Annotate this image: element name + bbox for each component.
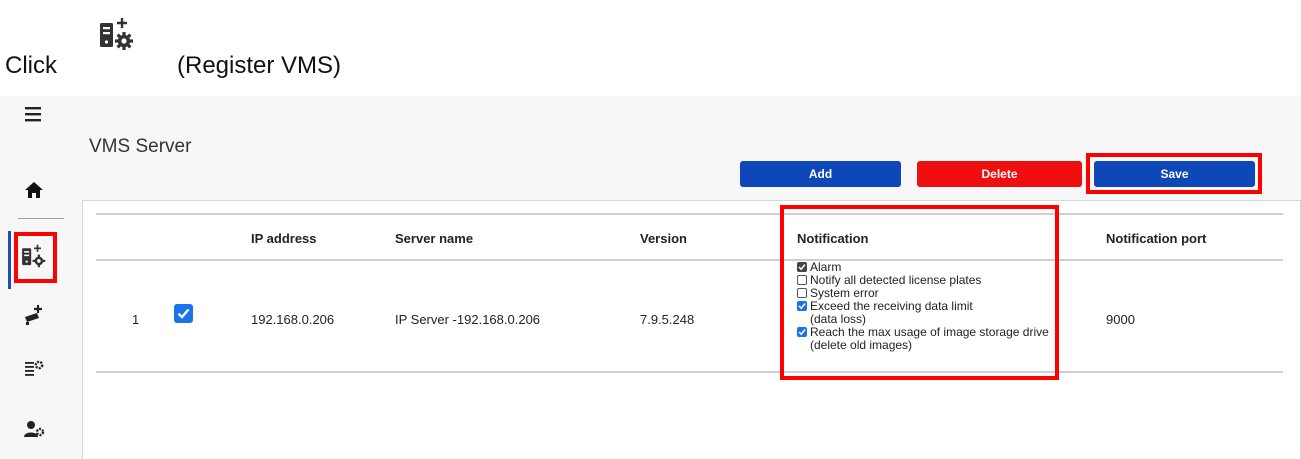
row-version: 7.9.5.248 <box>640 312 695 327</box>
main-content: VMS Server Add Delete Save IP address Se… <box>72 96 1301 459</box>
row-server-name: IP Server -192.168.0.206 <box>395 312 541 327</box>
user-settings-icon[interactable] <box>14 411 54 447</box>
instruction-caption: (Register VMS) <box>177 52 342 79</box>
row-index: 1 <box>132 312 140 327</box>
table-top-border <box>96 213 1283 215</box>
column-header-notification-port: Notification port <box>1106 231 1207 246</box>
instruction-click-word: Click <box>5 52 57 79</box>
column-header-version: Version <box>640 231 687 246</box>
list-settings-icon[interactable] <box>14 351 54 387</box>
menu-icon[interactable] <box>14 96 54 132</box>
table-bottom-border <box>96 371 1283 373</box>
active-indicator <box>8 231 11 289</box>
sidebar-divider <box>18 218 64 219</box>
table-header-divider <box>96 259 1283 261</box>
app-window: VMS Server Add Delete Save IP address Se… <box>0 96 1301 459</box>
page-title: VMS Server <box>89 136 192 157</box>
add-camera-icon[interactable] <box>14 297 54 333</box>
highlight-save <box>1086 153 1262 194</box>
row-select-checkbox[interactable] <box>174 304 193 323</box>
delete-button[interactable]: Delete <box>917 161 1082 187</box>
server-table-card: IP address Server name Version Notificat… <box>82 200 1301 459</box>
home-icon[interactable] <box>14 172 54 208</box>
register-vms-icon <box>97 16 137 52</box>
instruction-line: Click (Register VMS) <box>0 0 1301 90</box>
column-header-ip: IP address <box>251 231 317 246</box>
highlight-register-vms <box>14 232 57 283</box>
add-button[interactable]: Add <box>740 161 901 187</box>
column-header-server-name: Server name <box>395 231 474 246</box>
highlight-notification <box>780 205 1059 380</box>
sidebar <box>0 96 72 459</box>
row-ip-address: 192.168.0.206 <box>251 312 335 327</box>
row-notification-port: 9000 <box>1106 312 1135 327</box>
